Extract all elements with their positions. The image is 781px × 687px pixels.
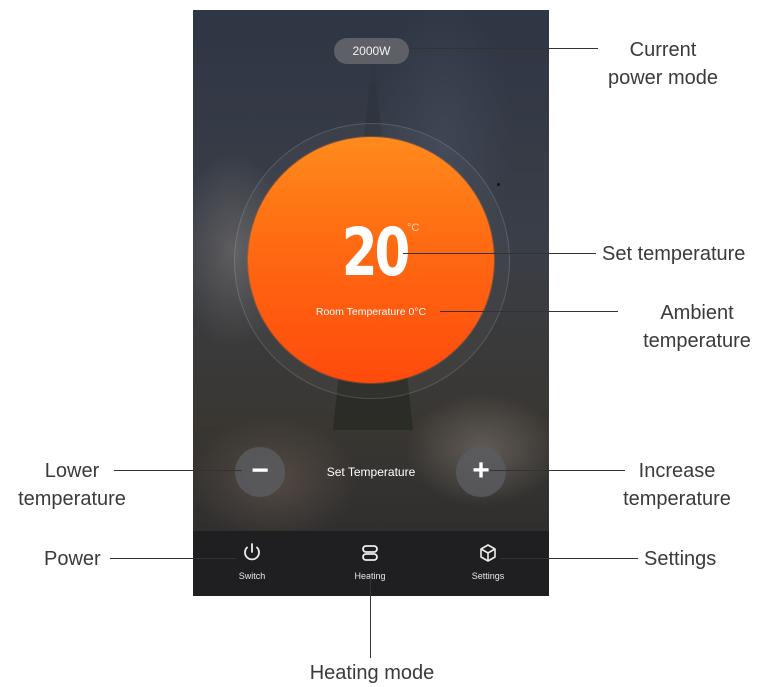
callout-line-settings — [500, 558, 638, 559]
callout-line-heating — [370, 578, 371, 658]
set-temperature-value: 20 — [341, 214, 411, 291]
decrease-temperature-button[interactable]: − — [235, 447, 285, 497]
plus-icon: + — [472, 454, 490, 487]
power-mode-badge[interactable]: 2000W — [334, 38, 409, 64]
label-increase-temperature: Increase temperature — [623, 460, 731, 510]
power-icon — [217, 541, 287, 565]
tab-settings[interactable]: Settings — [453, 541, 523, 581]
tab-settings-label: Settings — [471, 571, 505, 581]
callout-line-power-mode — [410, 48, 598, 49]
label-settings: Settings — [644, 548, 717, 570]
tab-heating[interactable]: Heating — [335, 541, 405, 581]
set-temperature-label: Set Temperature — [326, 465, 416, 479]
callout-line-power — [110, 558, 236, 559]
tab-switch[interactable]: Switch — [217, 541, 287, 581]
callout-line-ambient — [440, 311, 618, 312]
dial-ring-dot — [497, 183, 500, 186]
settings-cube-icon — [453, 541, 523, 565]
label-ambient-temperature: Ambient temperature — [643, 302, 751, 352]
label-set-temperature: Set temperature — [602, 243, 746, 265]
callout-line-set-temp — [403, 253, 596, 254]
room-temperature-readout: Room Temperature 0°C — [315, 306, 427, 318]
heater-app-screen: 2000W 20 °C Room Temperature 0°C − Set T… — [193, 10, 549, 596]
minus-icon: − — [251, 454, 269, 487]
label-current-power-mode: Current power mode — [607, 39, 719, 89]
label-heating-mode: Heating mode — [309, 662, 435, 684]
temperature-unit: °C — [407, 222, 420, 234]
label-power: Power — [44, 548, 101, 570]
heating-mode-icon — [335, 541, 405, 565]
label-lower-temperature: Lower temperature — [18, 460, 126, 510]
increase-temperature-button[interactable]: + — [456, 447, 506, 497]
tab-switch-label: Switch — [238, 571, 266, 581]
callout-line-increase — [490, 470, 625, 471]
bottom-tab-bar: Switch Heating Settings — [193, 531, 549, 596]
